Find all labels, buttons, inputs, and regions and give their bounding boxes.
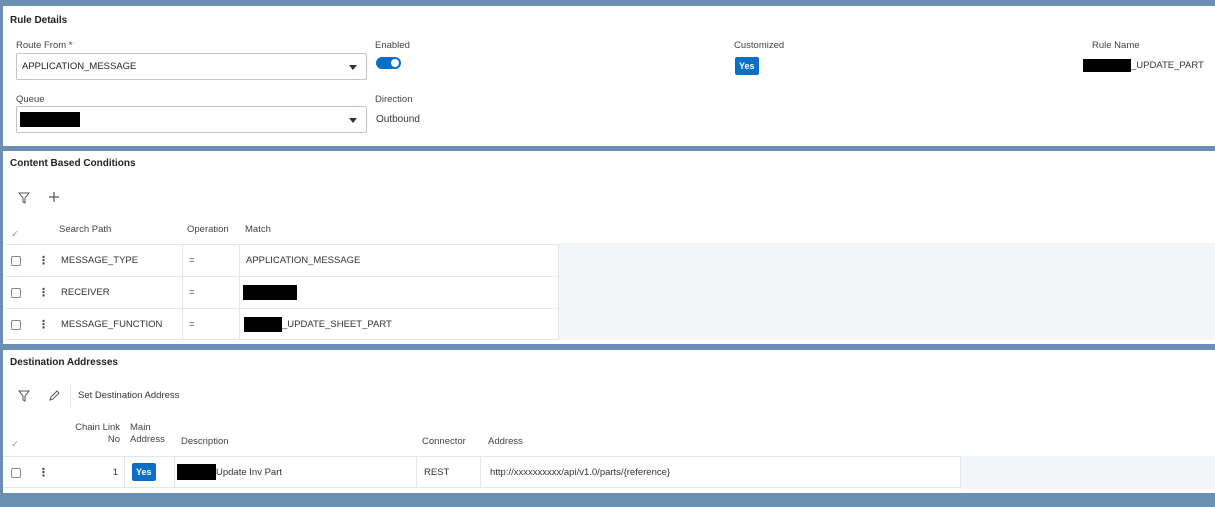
chain-link-header-line1: Chain Link bbox=[75, 422, 120, 433]
main-address-cell: Yes bbox=[125, 457, 175, 487]
rule-name-value-wrap: _UPDATE_PART bbox=[1083, 59, 1204, 72]
connector-cell: REST bbox=[417, 457, 481, 487]
enabled-toggle[interactable] bbox=[376, 57, 401, 69]
kebab-icon[interactable]: ⋮ bbox=[38, 318, 49, 331]
address-value: http://xxxxxxxxxx/api/v1.0/parts/{refere… bbox=[490, 466, 671, 478]
search-path-value: MESSAGE_FUNCTION bbox=[61, 318, 163, 330]
row-checkbox[interactable] bbox=[11, 256, 21, 266]
search-path-cell: MESSAGE_FUNCTION bbox=[55, 309, 182, 339]
redacted-block bbox=[20, 112, 80, 127]
rule-details-title: Rule Details bbox=[10, 15, 68, 26]
queue-select[interactable] bbox=[16, 106, 367, 133]
operation-cell: = bbox=[182, 245, 240, 276]
route-from-value: APPLICATION_MESSAGE bbox=[22, 61, 137, 72]
row-checkbox[interactable] bbox=[11, 320, 21, 330]
kebab-icon[interactable]: ⋮ bbox=[38, 286, 49, 299]
redacted-block bbox=[177, 464, 216, 480]
customized-badge: Yes bbox=[735, 57, 759, 75]
search-path-value: RECEIVER bbox=[61, 287, 110, 298]
redacted-block bbox=[244, 316, 282, 332]
table-row[interactable]: ⋮ MESSAGE_FUNCTION = _UPDATE_SHEET_PART bbox=[3, 308, 559, 340]
operation-cell: = bbox=[182, 277, 240, 308]
table-row[interactable]: ⋮ RECEIVER = bbox=[3, 276, 559, 308]
description-header[interactable]: Description bbox=[181, 436, 229, 447]
main-address-header[interactable]: Main Address bbox=[130, 422, 165, 446]
search-path-value: MESSAGE_TYPE bbox=[61, 255, 139, 266]
row-checkbox[interactable] bbox=[11, 288, 21, 298]
table-row[interactable]: ⋮ 1 Yes Update Inv Part REST http://xxxx… bbox=[3, 456, 961, 488]
address-cell: http://xxxxxxxxxx/api/v1.0/parts/{refere… bbox=[481, 457, 961, 487]
connector-header[interactable]: Connector bbox=[422, 436, 466, 447]
description-cell: Update Inv Part bbox=[175, 457, 417, 487]
route-from-label-text: Route From bbox=[16, 40, 67, 51]
destinations-panel: Destination Addresses Set Destination Ad… bbox=[3, 350, 1215, 493]
rule-name-label: Rule Name bbox=[1092, 40, 1140, 51]
redacted-block bbox=[243, 285, 297, 300]
operation-header[interactable]: Operation bbox=[187, 224, 229, 235]
checkmark-icon[interactable]: ✓ bbox=[11, 229, 19, 240]
search-path-header[interactable]: Search Path bbox=[59, 224, 111, 235]
connector-value: REST bbox=[424, 466, 450, 478]
match-cell: _UPDATE_SHEET_PART bbox=[240, 309, 559, 339]
set-destination-address-button[interactable]: Set Destination Address bbox=[70, 386, 186, 408]
search-path-cell: RECEIVER bbox=[55, 277, 182, 308]
operation-value: = bbox=[189, 318, 195, 330]
row-checkbox[interactable] bbox=[11, 468, 21, 478]
operation-value: = bbox=[189, 287, 195, 298]
address-header[interactable]: Address bbox=[488, 436, 523, 447]
conditions-panel: Content Based Conditions ✓ Search Path O… bbox=[3, 151, 1215, 344]
plus-icon[interactable] bbox=[46, 189, 62, 205]
filter-icon[interactable] bbox=[16, 388, 32, 404]
route-from-select[interactable]: APPLICATION_MESSAGE bbox=[16, 53, 367, 80]
filter-icon[interactable] bbox=[16, 190, 32, 206]
description-value: Update Inv Part bbox=[216, 466, 283, 478]
direction-label: Direction bbox=[375, 94, 413, 105]
table-row[interactable]: ⋮ MESSAGE_TYPE = APPLICATION_MESSAGE bbox=[3, 244, 559, 276]
redacted-block bbox=[1083, 59, 1131, 72]
customized-label: Customized bbox=[734, 40, 785, 51]
operation-cell: = bbox=[182, 309, 240, 339]
rule-name-value: _UPDATE_PART bbox=[1131, 60, 1204, 72]
kebab-icon[interactable]: ⋮ bbox=[38, 254, 49, 267]
grid-empty-area bbox=[961, 456, 1215, 489]
chevron-down-icon bbox=[349, 118, 357, 123]
kebab-icon[interactable]: ⋮ bbox=[38, 466, 49, 479]
match-value: _UPDATE_SHEET_PART bbox=[282, 318, 392, 330]
destinations-title: Destination Addresses bbox=[10, 357, 118, 368]
required-mark: * bbox=[68, 40, 73, 51]
chain-link-header-line2: No bbox=[107, 434, 120, 445]
match-value: APPLICATION_MESSAGE bbox=[246, 255, 361, 266]
match-cell: APPLICATION_MESSAGE bbox=[240, 245, 559, 276]
main-address-header-line2: Address bbox=[130, 434, 165, 445]
rule-details-panel: Rule Details Route From * APPLICATION_ME… bbox=[3, 6, 1215, 146]
search-path-cell: MESSAGE_TYPE bbox=[55, 245, 182, 276]
grid-empty-area bbox=[559, 243, 1215, 340]
chain-link-cell: 1 bbox=[55, 457, 125, 487]
chevron-down-icon bbox=[349, 65, 357, 70]
main-address-badge: Yes bbox=[132, 463, 156, 481]
conditions-title: Content Based Conditions bbox=[10, 158, 136, 169]
route-from-label: Route From * bbox=[16, 40, 73, 51]
chain-link-header[interactable]: Chain Link No bbox=[69, 422, 120, 446]
toggle-knob bbox=[391, 59, 399, 67]
checkmark-icon[interactable]: ✓ bbox=[11, 439, 19, 450]
enabled-label: Enabled bbox=[375, 40, 410, 51]
match-header[interactable]: Match bbox=[245, 224, 271, 235]
match-cell bbox=[240, 277, 559, 308]
pencil-icon[interactable] bbox=[46, 388, 62, 404]
operation-value: = bbox=[189, 255, 195, 266]
main-address-header-line1: Main bbox=[130, 422, 151, 433]
chain-link-value: 1 bbox=[112, 466, 118, 478]
queue-label: Queue bbox=[16, 94, 45, 105]
direction-value: Outbound bbox=[376, 114, 420, 125]
